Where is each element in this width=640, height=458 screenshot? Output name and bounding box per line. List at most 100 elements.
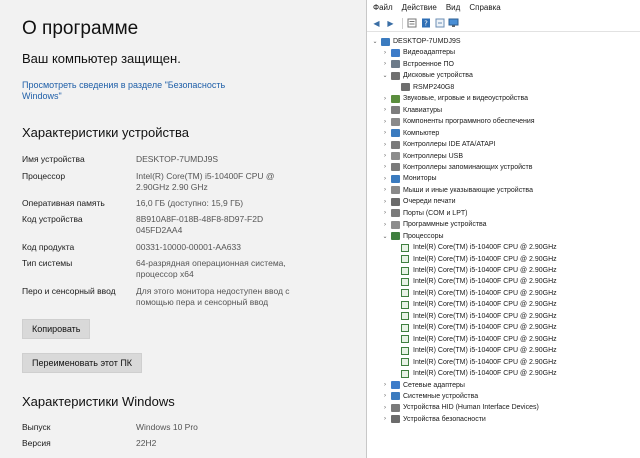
tree-category[interactable]: › Встроенное ПО (381, 59, 454, 70)
tree-device-item[interactable]: Intel(R) Core(TM) i5-10400F CPU @ 2.90GH… (401, 265, 557, 276)
tree-label: Порты (COM и LPT) (403, 209, 468, 217)
tree-category[interactable]: › Мониторы (381, 173, 437, 184)
tree-category[interactable]: › Программные устройства (381, 219, 487, 230)
tree-category[interactable]: › Порты (COM и LPT) (381, 208, 467, 219)
toolbar: ◀ ▶ ? (367, 15, 640, 32)
tree-category[interactable]: › Компоненты программного обеспечения (381, 116, 535, 127)
device-category-icon (391, 48, 400, 57)
tree-category[interactable]: › Клавиатуры (381, 105, 442, 116)
tree-device-item[interactable]: Intel(R) Core(TM) i5-10400F CPU @ 2.90GH… (401, 345, 557, 356)
expand-arrow-icon[interactable]: › (381, 50, 389, 56)
update-icon[interactable] (434, 18, 445, 29)
tree-label: Intel(R) Core(TM) i5-10400F CPU @ 2.90GH… (413, 324, 557, 332)
tree-category[interactable]: › Компьютер (381, 128, 439, 139)
rename-pc-button[interactable]: Переименовать этот ПК (22, 353, 143, 373)
tree-category[interactable]: › Звуковые, игровые и видеоустройства (381, 93, 528, 104)
menu-view[interactable]: Вид (446, 3, 460, 12)
expand-arrow-icon[interactable]: › (381, 130, 389, 136)
security-details-link[interactable]: Просмотреть сведения в разделе "Безопасн… (22, 80, 242, 102)
tree-device-item[interactable]: Intel(R) Core(TM) i5-10400F CPU @ 2.90GH… (401, 311, 557, 322)
expand-arrow-icon[interactable]: › (381, 405, 389, 411)
tree-label: Процессоры (403, 232, 444, 240)
tree-category[interactable]: › Устройства безопасности (381, 414, 486, 425)
monitor-icon[interactable] (448, 18, 459, 29)
tree-category[interactable]: › Системные устройства (381, 391, 478, 402)
expand-arrow-icon[interactable]: › (381, 393, 389, 399)
device-category-icon (391, 381, 400, 389)
tree-category[interactable]: ⌄ Дисковые устройства (381, 70, 473, 81)
expand-arrow-icon[interactable]: › (381, 222, 389, 228)
back-icon[interactable]: ◀ (371, 18, 382, 29)
menu-action[interactable]: Действие (402, 3, 437, 12)
device-manager-window: Файл Действие Вид Справка ◀ ▶ ? ⌄ DESKTOP… (366, 0, 640, 458)
tree-label: Системные устройства (403, 392, 479, 400)
device-category-icon (391, 140, 400, 149)
tree-category[interactable]: › Сетевые адаптеры (381, 380, 465, 391)
expand-arrow-icon[interactable]: › (381, 107, 389, 113)
tree-label: Устройства HID (Human Interface Devices) (403, 404, 539, 412)
spec-key: Код устройства (22, 214, 83, 224)
tree-category[interactable]: › Очереди печати (381, 196, 456, 207)
tree-category[interactable]: › Мыши и иные указывающие устройства (381, 185, 533, 196)
tree-device-item[interactable]: RSMP240G8 (401, 82, 454, 93)
tree-device-item[interactable]: Intel(R) Core(TM) i5-10400F CPU @ 2.90GH… (401, 242, 557, 253)
tree-root-computer[interactable]: ⌄ DESKTOP-7UMDJ9S (371, 36, 461, 47)
expand-arrow-icon[interactable]: › (381, 119, 389, 125)
expand-arrow-icon[interactable]: › (381, 187, 389, 193)
collapse-arrow-icon[interactable]: ⌄ (381, 233, 389, 240)
properties-icon[interactable] (406, 18, 417, 29)
expand-arrow-icon[interactable]: › (381, 416, 389, 422)
tree-label: RSMP240G8 (413, 83, 455, 91)
tree-category[interactable]: ⌄ Процессоры (381, 231, 444, 242)
tree-label: Intel(R) Core(TM) i5-10400F CPU @ 2.90GH… (413, 289, 557, 297)
tree-category[interactable]: › Устройства HID (Human Interface Devices… (381, 402, 539, 413)
tree-category[interactable]: › Видеоадаптеры (381, 47, 455, 58)
device-category-icon (391, 94, 400, 103)
expand-arrow-icon[interactable]: › (381, 210, 389, 216)
expand-arrow-icon[interactable]: › (381, 199, 389, 205)
expand-arrow-icon[interactable]: › (381, 176, 389, 182)
tree-device-item[interactable]: Intel(R) Core(TM) i5-10400F CPU @ 2.90GH… (401, 357, 557, 368)
tree-label: Контроллеры USB (403, 152, 463, 160)
tree-category[interactable]: › Контроллеры IDE ATA/ATAPI (381, 139, 496, 150)
device-category-icon (391, 415, 400, 424)
expand-arrow-icon[interactable]: › (381, 153, 389, 159)
menu-help[interactable]: Справка (469, 3, 500, 12)
collapse-arrow-icon[interactable]: ⌄ (381, 72, 389, 79)
spec-key: Код продукта (22, 242, 75, 252)
tree-category[interactable]: › Контроллеры запоминающих устройств (381, 162, 533, 173)
spec-key: Тип системы (22, 258, 73, 268)
expand-arrow-icon[interactable]: › (381, 96, 389, 102)
tree-device-item[interactable]: Intel(R) Core(TM) i5-10400F CPU @ 2.90GH… (401, 288, 557, 299)
tree-device-item[interactable]: Intel(R) Core(TM) i5-10400F CPU @ 2.90GH… (401, 276, 557, 287)
expand-arrow-icon[interactable]: › (381, 142, 389, 148)
tree-device-item[interactable]: Intel(R) Core(TM) i5-10400F CPU @ 2.90GH… (401, 368, 557, 379)
device-category-icon (391, 117, 400, 126)
expand-arrow-icon[interactable]: › (381, 164, 389, 170)
tree-label: Контроллеры запоминающих устройств (403, 163, 533, 171)
tree-device-item[interactable]: Intel(R) Core(TM) i5-10400F CPU @ 2.90GH… (401, 299, 557, 310)
expand-arrow-icon[interactable]: › (381, 382, 389, 388)
tree-label: Intel(R) Core(TM) i5-10400F CPU @ 2.90GH… (413, 244, 557, 252)
tree-category[interactable]: › Контроллеры USB (381, 151, 463, 162)
copy-button[interactable]: Копировать (22, 319, 91, 339)
device-category-icon (391, 129, 400, 138)
processor-icon (401, 266, 409, 275)
expand-arrow-icon[interactable]: › (381, 61, 389, 67)
device-category-icon (391, 106, 400, 115)
tree-label: Intel(R) Core(TM) i5-10400F CPU @ 2.90GH… (413, 370, 557, 378)
tree-device-item[interactable]: Intel(R) Core(TM) i5-10400F CPU @ 2.90GH… (401, 322, 557, 333)
spec-value: Windows 10 Pro (136, 422, 198, 432)
tree-label: Очереди печати (403, 198, 456, 206)
tree-label: Мониторы (403, 175, 437, 183)
collapse-arrow-icon[interactable]: ⌄ (371, 38, 379, 45)
tree-device-item[interactable]: Intel(R) Core(TM) i5-10400F CPU @ 2.90GH… (401, 334, 557, 345)
menu-file[interactable]: Файл (373, 3, 393, 12)
about-panel: О программе Ваш компьютер защищен. Просм… (0, 0, 366, 458)
forward-icon[interactable]: ▶ (385, 18, 396, 29)
help-icon[interactable]: ? (420, 18, 431, 29)
tree-device-item[interactable]: Intel(R) Core(TM) i5-10400F CPU @ 2.90GH… (401, 254, 557, 265)
spec-key: Имя устройства (22, 154, 85, 164)
processor-icon (401, 243, 409, 252)
processor-icon (401, 335, 409, 344)
